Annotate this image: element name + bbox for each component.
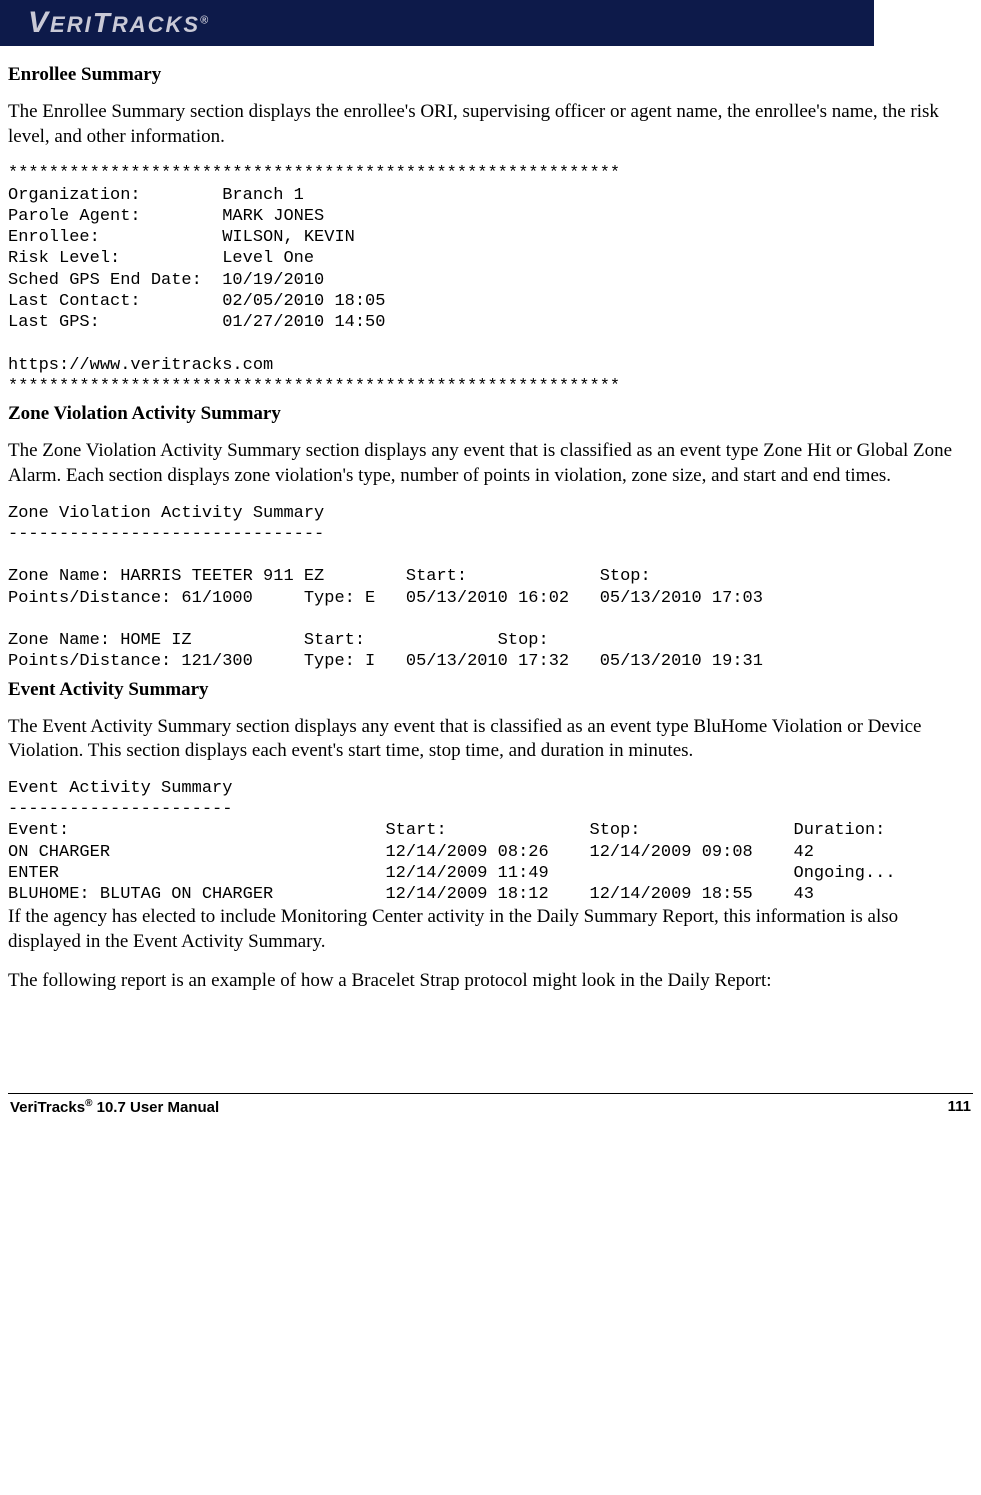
event-activity-para: The Event Activity Summary section displ… <box>8 715 973 764</box>
zone-violation-heading: Zone Violation Activity Summary <box>8 403 973 425</box>
event-activity-block: Event Activity Summary -----------------… <box>8 778 973 906</box>
enrollee-summary-heading: Enrollee Summary <box>8 64 973 86</box>
page-content: Enrollee Summary The Enrollee Summary se… <box>0 64 981 993</box>
brand-v: V <box>28 6 50 39</box>
zone-violation-block: Zone Violation Activity Summary --------… <box>8 503 973 673</box>
footer-title: VeriTracks® 10.7 User Manual <box>10 1098 219 1116</box>
header-bar: VERITRACKS® <box>0 0 874 46</box>
brand-reg: ® <box>200 15 210 27</box>
footer-page-number: 111 <box>948 1098 971 1116</box>
enrollee-summary-block: ****************************************… <box>8 163 973 397</box>
brand-part-2: RACKS <box>112 12 200 37</box>
brand-t: T <box>93 7 112 38</box>
page-footer: VeriTracks® 10.7 User Manual 111 <box>0 1098 981 1144</box>
footer-manual: 10.7 User Manual <box>92 1099 219 1116</box>
event-activity-heading: Event Activity Summary <box>8 679 973 701</box>
event-activity-para-2: If the agency has elected to include Mon… <box>8 905 973 954</box>
brand-part-1: ERI <box>50 12 93 37</box>
brand-logo: VERITRACKS® <box>28 6 210 40</box>
enrollee-summary-para: The Enrollee Summary section displays th… <box>8 100 973 149</box>
footer-rule <box>8 1093 973 1094</box>
footer-product: VeriTracks <box>10 1099 85 1116</box>
event-activity-para-3: The following report is an example of ho… <box>8 969 973 994</box>
zone-violation-para: The Zone Violation Activity Summary sect… <box>8 439 973 488</box>
